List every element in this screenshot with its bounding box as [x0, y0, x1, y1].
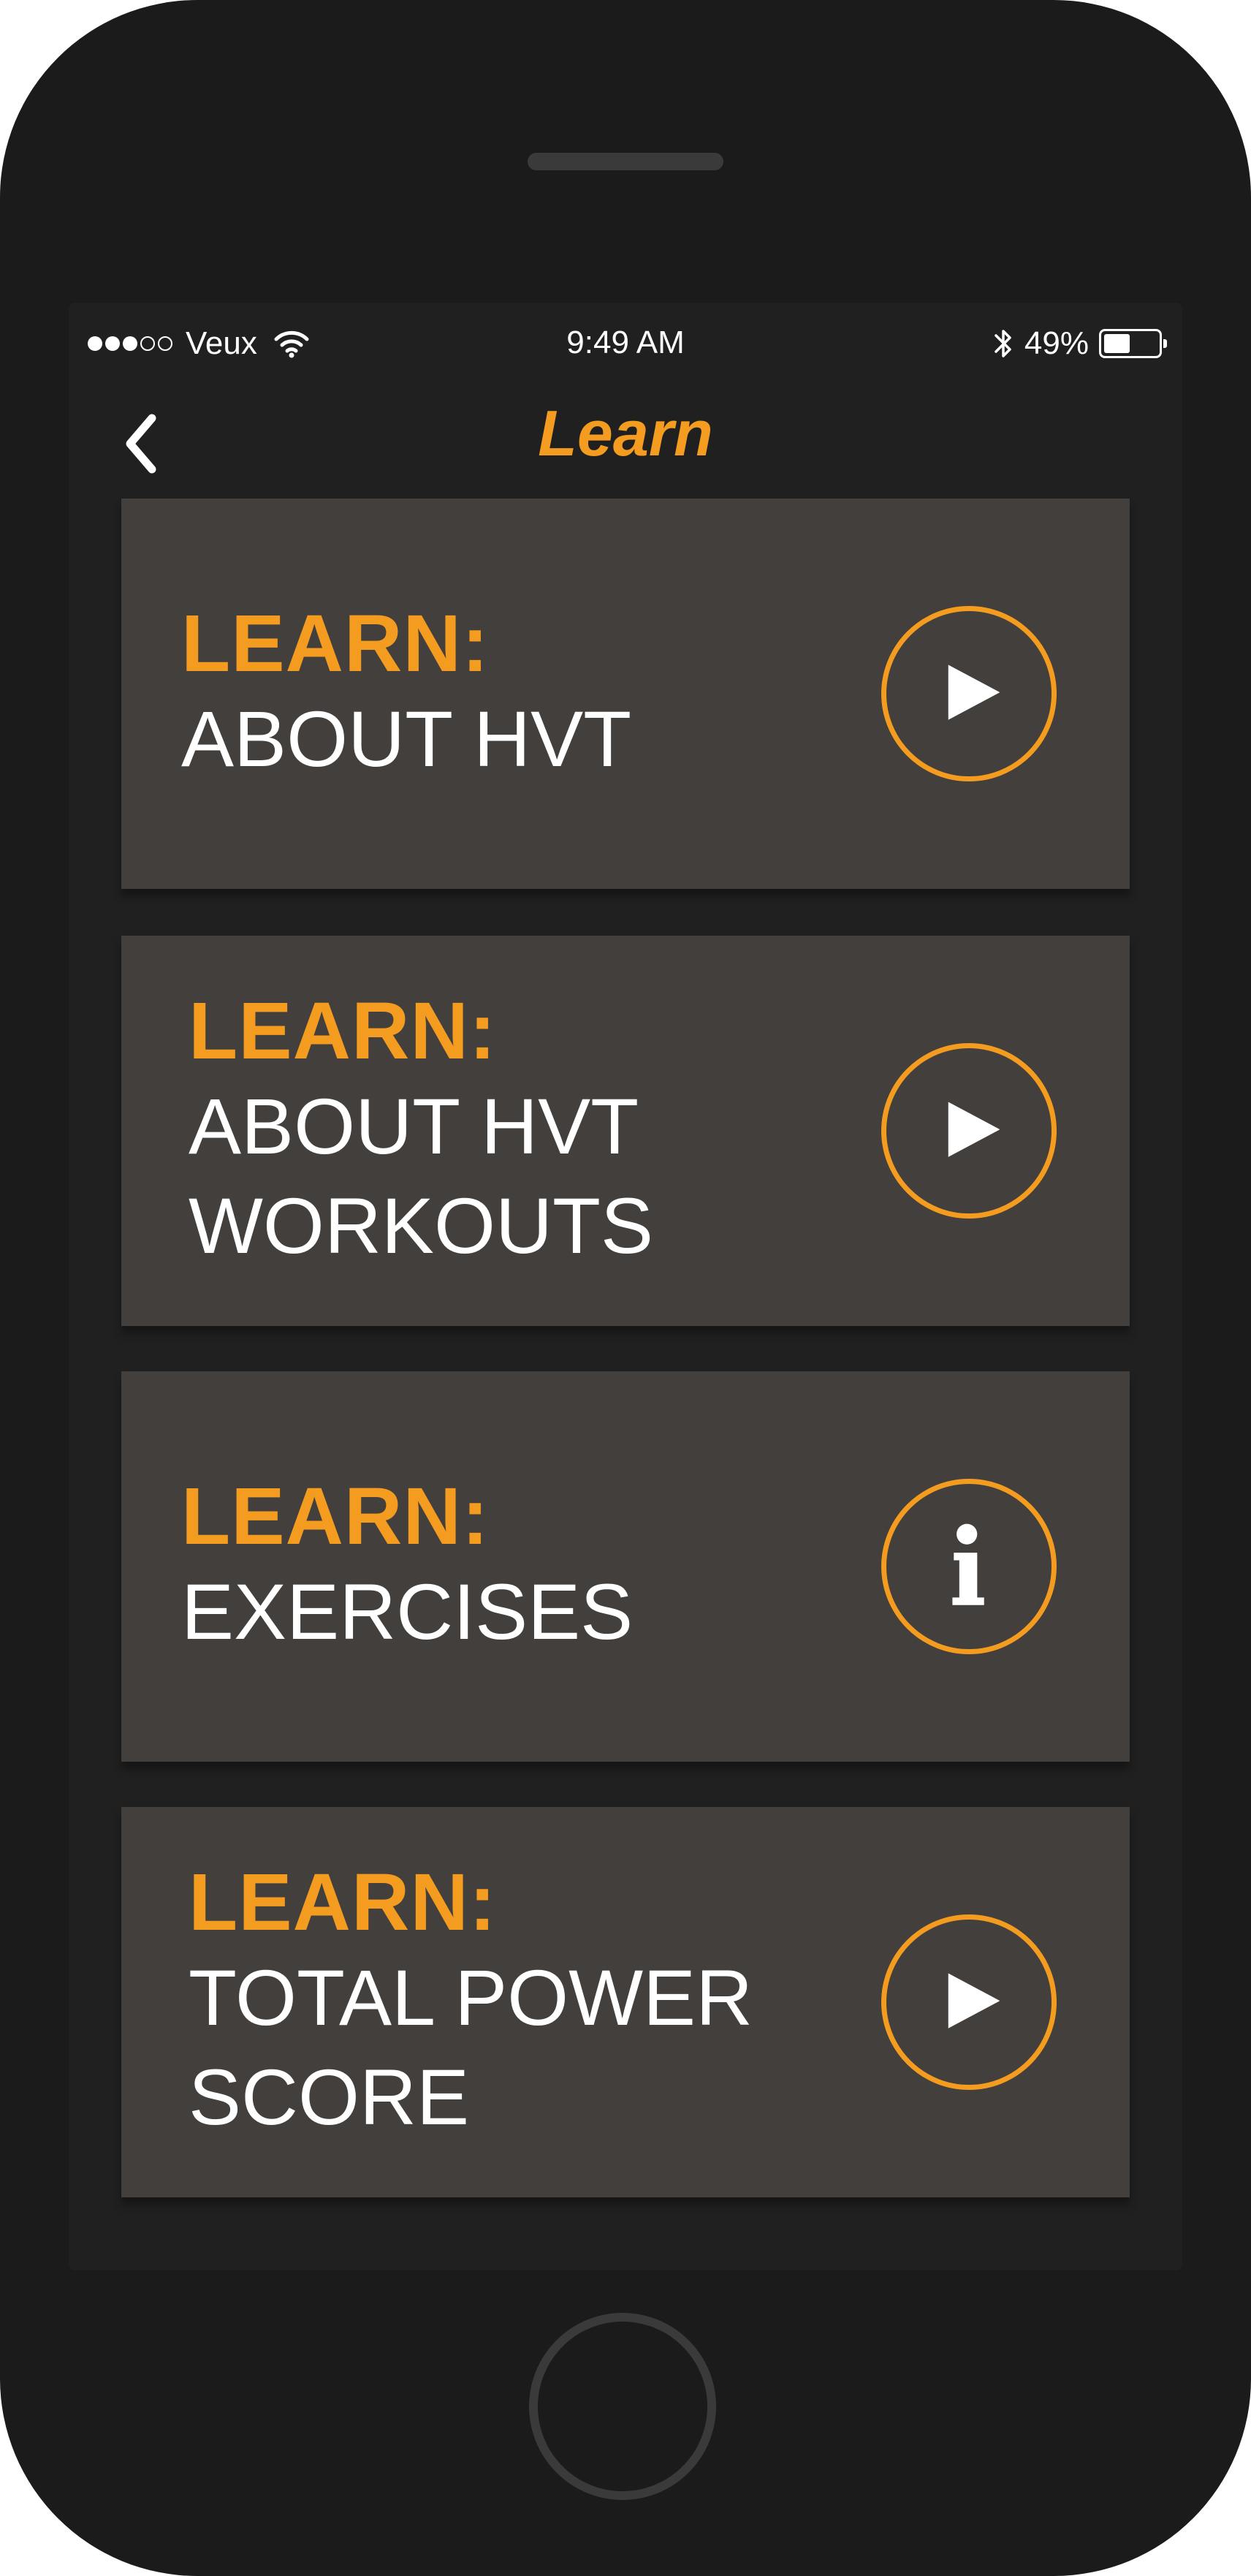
- app-screen: Veux 9:49 AM 49% Learn LEARN: ABOUT HVT …: [69, 303, 1182, 2270]
- card-title: ABOUT HVT WORKOUTS: [189, 1082, 653, 1270]
- battery-nub: [1163, 339, 1167, 348]
- page-title: Learn: [538, 397, 713, 469]
- card-title: ABOUT HVT: [181, 694, 632, 783]
- play-icon: [948, 664, 1000, 720]
- play-icon: [948, 1102, 1000, 1157]
- card-text: LEARN: ABOUT HVT WORKOUTS: [189, 936, 653, 1326]
- status-right: 49%: [992, 323, 1167, 364]
- card-text: LEARN: ABOUT HVT: [181, 499, 631, 889]
- card-label: LEARN:: [181, 1471, 490, 1561]
- speaker-grille: [528, 153, 723, 170]
- battery-fill: [1104, 334, 1130, 353]
- learn-about-hvt-workouts-card[interactable]: LEARN: ABOUT HVT WORKOUTS: [121, 936, 1130, 1326]
- phone-frame: Veux 9:49 AM 49% Learn LEARN: ABOUT HVT …: [0, 0, 1251, 2576]
- learn-exercises-card[interactable]: LEARN: EXERCISES: [121, 1371, 1130, 1762]
- info-button[interactable]: [881, 1479, 1057, 1654]
- status-bar: Veux 9:49 AM 49%: [69, 303, 1182, 376]
- play-icon: [948, 1973, 1000, 2028]
- card-title: TOTAL POWER SCORE: [189, 1953, 753, 2141]
- learn-total-power-score-card[interactable]: LEARN: TOTAL POWER SCORE: [121, 1807, 1130, 2197]
- card-label: LEARN:: [181, 599, 490, 689]
- learn-about-hvt-card[interactable]: LEARN: ABOUT HVT: [121, 499, 1130, 889]
- card-label: LEARN:: [189, 1857, 497, 1947]
- battery-icon: [1099, 329, 1167, 358]
- battery-percent: 49%: [1024, 325, 1089, 361]
- info-icon: [952, 1523, 984, 1605]
- card-title: EXERCISES: [181, 1567, 634, 1656]
- card-text: LEARN: EXERCISES: [181, 1371, 633, 1762]
- play-button[interactable]: [881, 606, 1057, 781]
- card-label: LEARN:: [189, 986, 497, 1076]
- card-text: LEARN: TOTAL POWER SCORE: [189, 1807, 753, 2197]
- play-button[interactable]: [881, 1043, 1057, 1219]
- home-button[interactable]: [529, 2313, 716, 2500]
- bluetooth-icon: [995, 330, 1011, 357]
- play-button[interactable]: [881, 1914, 1057, 2090]
